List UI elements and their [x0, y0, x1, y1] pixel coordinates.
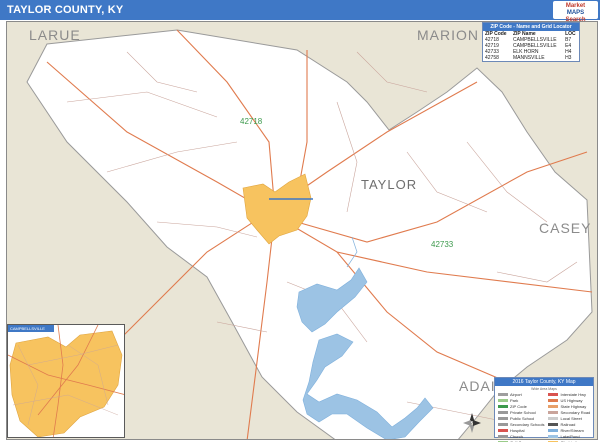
table-row: 42758 MANNSVILLE H3	[483, 55, 579, 61]
legend-label: State Highway	[560, 404, 587, 409]
neighbor-label-larue: LARUE	[29, 27, 81, 43]
county-label-taylor: TAYLOR	[361, 177, 418, 192]
legend-swatch	[498, 423, 508, 426]
legend-item: Local Street	[548, 416, 591, 421]
legend-item: Secondary Schools	[498, 422, 544, 427]
legend-item: River/Stream	[548, 428, 591, 433]
brand-line-2: MAPS	[566, 10, 585, 16]
legend-label: Airport	[510, 392, 522, 397]
legend-label: Local Street	[560, 416, 582, 421]
legend-swatch	[498, 399, 508, 402]
zip-code-locator-table: ZIP Code - Name and Grid Locator ZIP Cod…	[482, 22, 580, 62]
loc-cell: H3	[565, 55, 572, 61]
legend-item: Interstate Hwy	[548, 392, 591, 397]
legend-label: Railroad	[560, 422, 576, 427]
inset-title: CAMPBELLSVILLE	[8, 325, 54, 332]
legend-title: 2016 Taylor County, KY Map	[495, 378, 593, 386]
legend-swatch	[498, 393, 508, 396]
legend-label: Interstate Hwy	[560, 392, 587, 397]
legend-item: US Highway	[548, 398, 591, 403]
inset-svg	[8, 325, 124, 437]
north-arrow-icon	[463, 413, 481, 433]
legend-item: Hospital	[498, 428, 544, 433]
legend-swatch	[548, 405, 559, 408]
legend-label: River/Stream	[560, 428, 584, 433]
zip-name-cell: MANNSVILLE	[512, 55, 545, 61]
legend-item: Public School	[498, 416, 544, 421]
legend-item: Secondary Road	[548, 410, 591, 415]
zip-label-42733: 42733	[431, 240, 454, 249]
legend-item: Airport	[498, 392, 544, 397]
legend-label: Park	[510, 398, 519, 403]
legend-label: Secondary Schools	[510, 422, 545, 427]
legend-item: Railroad	[548, 422, 591, 427]
map-legend: 2016 Taylor County, KY Map Wide Area Map…	[494, 377, 594, 442]
legend-item: Lake/Pond	[548, 434, 591, 439]
legend-swatch	[498, 411, 508, 414]
map-title-bar: TAYLOR COUNTY, KY	[0, 0, 600, 20]
legend-label: Private School	[510, 410, 536, 415]
legend-swatch	[548, 399, 559, 402]
legend-item: Church	[498, 434, 544, 439]
legend-swatch	[498, 417, 508, 420]
legend-swatch	[548, 429, 559, 432]
legend-swatch	[548, 435, 559, 438]
map-title: TAYLOR COUNTY, KY	[7, 4, 124, 16]
zip-table: ZIP Code ZIP Name LOC 42718 CAMPBELLSVIL…	[483, 31, 579, 61]
neighbor-label-casey: CASEY	[539, 220, 592, 236]
legend-label: ZIP Code	[510, 404, 527, 409]
legend-item: ZIP Code	[498, 404, 544, 409]
legend-swatch	[498, 405, 508, 408]
legend-item: Park	[498, 398, 544, 403]
legend-swatch	[498, 435, 508, 438]
legend-label: Secondary Road	[560, 410, 591, 415]
zip-cell: 42758	[485, 55, 499, 61]
legend-swatch	[548, 423, 559, 426]
legend-item: State Highway	[548, 404, 591, 409]
legend-label: Church	[510, 434, 523, 439]
legend-item: Private School	[498, 410, 544, 415]
legend-swatch	[498, 429, 508, 432]
legend-swatch	[548, 393, 559, 396]
zip-table-title: ZIP Code - Name and Grid Locator	[483, 23, 579, 31]
legend-label: Lake/Pond	[560, 434, 580, 439]
legend-label: Public School	[510, 416, 535, 421]
legend-swatch	[548, 411, 559, 414]
brand-logo[interactable]: Market MAPS Search	[553, 1, 598, 23]
legend-grid: Airport Interstate Hwy Park US Highway ZIP C…	[495, 391, 593, 442]
campbellsville-inset-map[interactable]: CAMPBELLSVILLE	[7, 324, 125, 438]
road-label-42718: 42718	[240, 117, 263, 126]
legend-label: US Highway	[560, 398, 583, 403]
legend-label: Hospital	[510, 428, 525, 433]
legend-swatch	[548, 417, 559, 420]
neighbor-label-marion: MARION	[417, 27, 479, 43]
brand-line-1: Market	[565, 3, 586, 9]
